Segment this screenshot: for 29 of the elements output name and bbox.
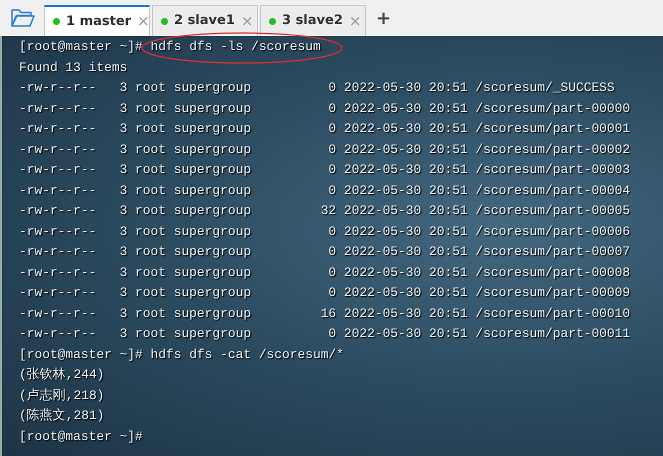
output-line: -rw-r--r-- 3 root supergroup 0 2022-05-30 20:51 /scoresum/part-00011 (19, 325, 630, 343)
output-line: -rw-r--r-- 3 root supergroup 32 2022-05-30 20:51 /scoresum/part-00005 (19, 202, 630, 220)
output-line: -rw-r--r-- 3 root supergroup 0 2022-05-30 20:51 /scoresum/_SUCCESS (19, 79, 615, 97)
output-line: -rw-r--r-- 3 root supergroup 0 2022-05-30 20:51 /scoresum/part-00002 (19, 140, 630, 158)
output-line: -rw-r--r-- 3 root supergroup 0 2022-05-30 20:51 /scoresum/part-00008 (19, 264, 630, 282)
tab[interactable]: 2 slave1 × (152, 5, 258, 36)
tab-label: 2 slave1 (174, 12, 235, 30)
shell-prompt: [root@master ~]# (19, 346, 143, 364)
shell-prompt: [root@master ~]# (19, 38, 143, 56)
shell-command: hdfs dfs -cat /scoresum/* (150, 346, 344, 362)
output-line: Found 13 items (19, 58, 128, 76)
shell-command: hdfs dfs -ls /scoresum (150, 39, 321, 54)
output-line: -rw-r--r-- 3 root supergroup 0 2022-05-30 20:51 /scoresum/part-00004 (19, 182, 630, 200)
output-line: -rw-r--r-- 3 root supergroup 0 2022-05-30 20:51 /scoresum/part-00003 (19, 161, 630, 179)
output-line: (张钦林,244) (19, 366, 104, 384)
output-line: -rw-r--r-- 3 root supergroup 0 2022-05-30 20:51 /scoresum/part-00007 (19, 243, 630, 261)
output-line: (卢志刚,218) (19, 386, 104, 404)
output-line: (陈燕文,281) (19, 407, 104, 425)
output-line: -rw-r--r-- 3 root supergroup 0 2022-05-30 20:51 /scoresum/part-00006 (19, 222, 630, 240)
new-tab-button[interactable]: + (368, 4, 400, 32)
output-line: -rw-r--r-- 3 root supergroup 0 2022-05-30 20:51 /scoresum/part-00001 (19, 120, 630, 138)
output-line: -rw-r--r-- 3 root supergroup 0 2022-05-30 20:51 /scoresum/part-00009 (19, 284, 630, 302)
output-line: -rw-r--r-- 3 root supergroup 0 2022-05-30 20:51 /scoresum/part-00000 (19, 100, 630, 118)
output-line: -rw-r--r-- 3 root supergroup 16 2022-05-30 20:51 /scoresum/part-00010 (19, 304, 630, 322)
tab-label: 3 slave2 (282, 12, 343, 30)
shell-prompt: [root@master ~]# (19, 428, 143, 446)
tab-label: 1 master (66, 12, 132, 31)
tab[interactable]: 1 master × (44, 5, 150, 36)
tab[interactable]: 3 slave2 × (260, 5, 366, 36)
